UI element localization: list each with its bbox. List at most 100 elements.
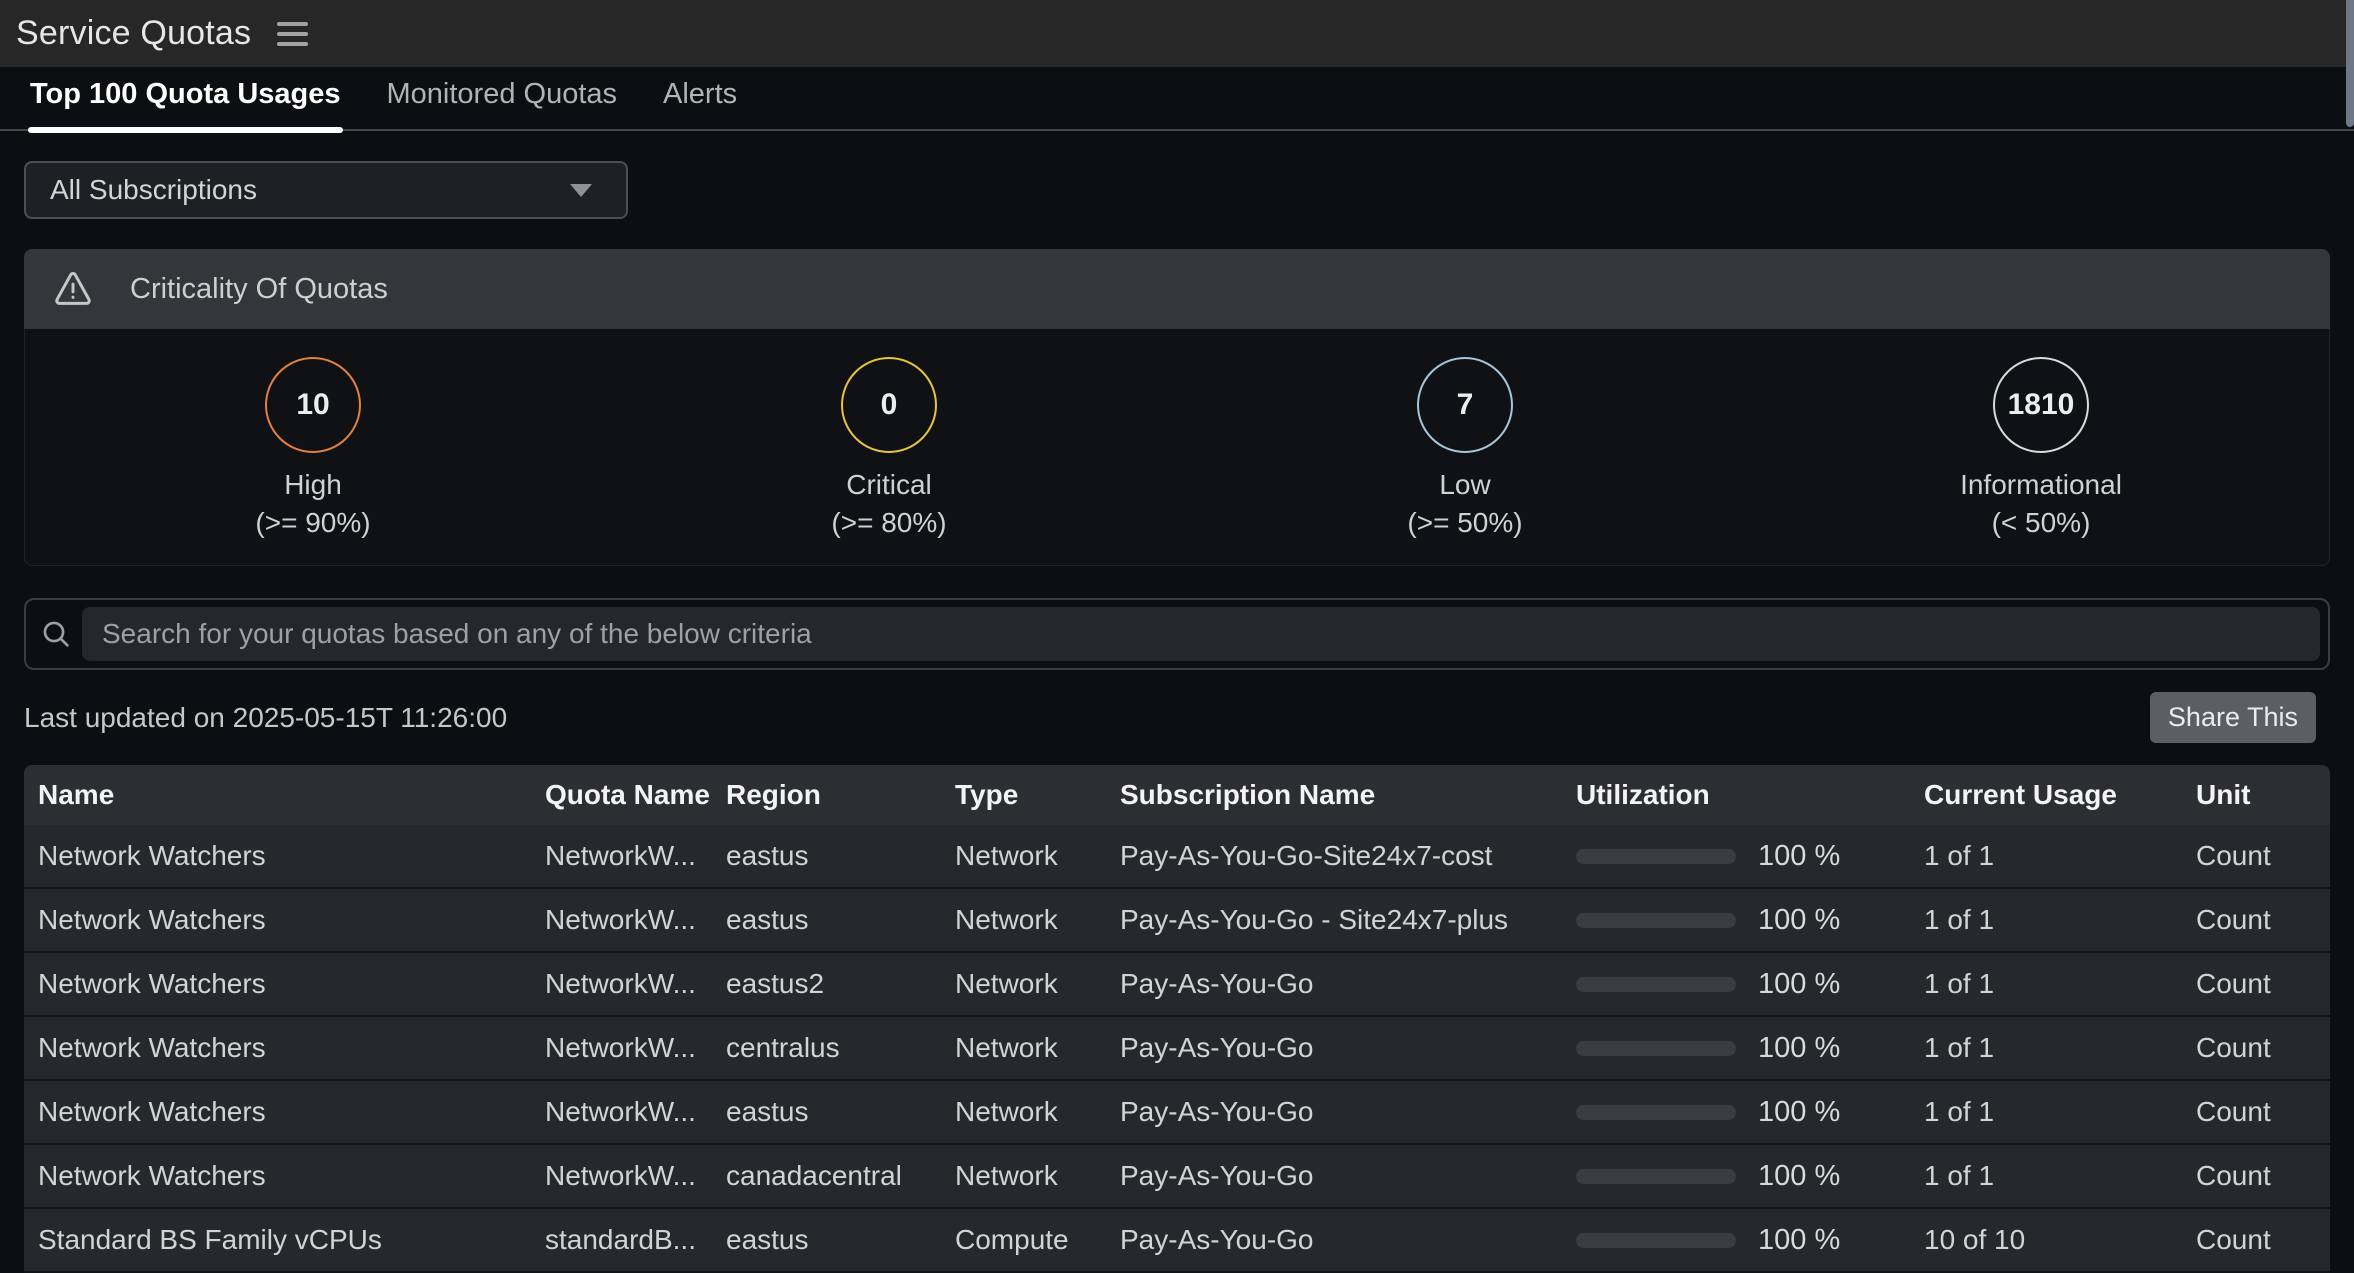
cell-current-usage: 1 of 1 [1924, 840, 2196, 872]
cell-region: eastus2 [726, 968, 955, 1000]
cell-unit: Count [2196, 1160, 2330, 1192]
search-input[interactable] [82, 607, 2320, 661]
tab[interactable]: Alerts [663, 78, 737, 129]
cell-region: eastus [726, 1224, 955, 1256]
status-row: Last updated on 2025-05-15T 11:26:00 Sha… [24, 692, 2316, 743]
criticality-stat: 7 Low (>= 50%) [1177, 357, 1753, 539]
utilization-bar-track [1576, 913, 1736, 928]
cell-unit: Count [2196, 840, 2330, 872]
tab[interactable]: Top 100 Quota Usages [30, 78, 341, 129]
cell-subscription-name: Pay-As-You-Go [1120, 1160, 1576, 1192]
table-row[interactable]: Network Watchers NetworkW... canadacentr… [24, 1145, 2330, 1209]
hamburger-menu-icon[interactable] [277, 22, 308, 46]
column-header-unit[interactable]: Unit [2196, 779, 2330, 811]
cell-utilization: 100 % [1576, 1096, 1924, 1129]
stat-circle: 10 [265, 357, 361, 453]
cell-subscription-name: Pay-As-You-Go [1120, 968, 1576, 1000]
quota-usage-table: Name Quota Name Region Type Subscription… [24, 765, 2330, 1273]
utilization-percent: 100 % [1758, 1096, 1840, 1129]
cell-current-usage: 10 of 10 [1924, 1224, 2196, 1256]
criticality-stat: 1810 Informational (< 50%) [1753, 357, 2329, 539]
cell-utilization: 100 % [1576, 840, 1924, 873]
cell-unit: Count [2196, 1224, 2330, 1256]
cell-unit: Count [2196, 1096, 2330, 1128]
table-row[interactable]: Network Watchers NetworkW... eastus Netw… [24, 825, 2330, 889]
criticality-stat: 0 Critical (>= 80%) [601, 357, 1177, 539]
cell-current-usage: 1 of 1 [1924, 1096, 2196, 1128]
cell-subscription-name: Pay-As-You-Go - Site24x7-plus [1120, 904, 1576, 936]
criticality-panel-header: Criticality Of Quotas [24, 249, 2330, 329]
utilization-bar-track [1576, 849, 1736, 864]
table-row[interactable]: Network Watchers NetworkW... eastus Netw… [24, 889, 2330, 953]
subscription-dropdown[interactable]: All Subscriptions [24, 161, 628, 219]
quota-search-bar [24, 598, 2330, 670]
utilization-percent: 100 % [1758, 1224, 1840, 1257]
cell-current-usage: 1 of 1 [1924, 1032, 2196, 1064]
utilization-bar-track [1576, 977, 1736, 992]
utilization-percent: 100 % [1758, 1032, 1840, 1065]
stat-circle: 1810 [1993, 357, 2089, 453]
table-header-row: Name Quota Name Region Type Subscription… [24, 765, 2330, 825]
cell-name: Network Watchers [38, 968, 545, 1000]
cell-utilization: 100 % [1576, 968, 1924, 1001]
cell-subscription-name: Pay-As-You-Go [1120, 1096, 1576, 1128]
stat-threshold: (>= 90%) [255, 507, 370, 539]
utilization-bar-track [1576, 1233, 1736, 1248]
column-header-quota-name[interactable]: Quota Name [545, 779, 726, 811]
cell-unit: Count [2196, 1032, 2330, 1064]
cell-utilization: 100 % [1576, 1224, 1924, 1257]
cell-name: Standard BS Family vCPUs [38, 1224, 545, 1256]
cell-region: canadacentral [726, 1160, 955, 1192]
share-this-button[interactable]: Share This [2150, 692, 2316, 743]
column-header-type[interactable]: Type [955, 779, 1120, 811]
tab[interactable]: Monitored Quotas [387, 78, 618, 129]
table-row[interactable]: Network Watchers NetworkW... centralus N… [24, 1017, 2330, 1081]
criticality-stats: 10 High (>= 90%) 0 Critical (>= 80%) 7 L… [24, 329, 2330, 566]
stat-threshold: (>= 80%) [831, 507, 946, 539]
table-row[interactable]: Network Watchers NetworkW... eastus Netw… [24, 1081, 2330, 1145]
stat-threshold: (< 50%) [1992, 507, 2091, 539]
utilization-bar-track [1576, 1169, 1736, 1184]
column-header-region[interactable]: Region [726, 779, 955, 811]
cell-type: Network [955, 968, 1120, 1000]
column-header-name[interactable]: Name [38, 779, 545, 811]
warning-triangle-icon [52, 268, 94, 310]
cell-subscription-name: Pay-As-You-Go [1120, 1032, 1576, 1064]
criticality-panel: Criticality Of Quotas 10 High (>= 90%) 0… [24, 249, 2330, 566]
top-app-bar: Service Quotas [0, 0, 2354, 67]
utilization-percent: 100 % [1758, 1160, 1840, 1193]
cell-unit: Count [2196, 904, 2330, 936]
cell-region: eastus [726, 840, 955, 872]
cell-subscription-name: Pay-As-You-Go [1120, 1224, 1576, 1256]
cell-current-usage: 1 of 1 [1924, 1160, 2196, 1192]
cell-region: eastus [726, 904, 955, 936]
cell-current-usage: 1 of 1 [1924, 904, 2196, 936]
cell-unit: Count [2196, 968, 2330, 1000]
column-header-current-usage[interactable]: Current Usage [1924, 779, 2196, 811]
table-row[interactable]: Network Watchers NetworkW... eastus2 Net… [24, 953, 2330, 1017]
cell-type: Network [955, 1160, 1120, 1192]
cell-name: Network Watchers [38, 1096, 545, 1128]
cell-quota-name: NetworkW... [545, 968, 726, 1000]
cell-quota-name: standardB... [545, 1224, 726, 1256]
stat-label: High [284, 469, 342, 501]
cell-subscription-name: Pay-As-You-Go-Site24x7-cost [1120, 840, 1576, 872]
utilization-percent: 100 % [1758, 840, 1840, 873]
tab-bar: Top 100 Quota Usages Monitored Quotas Al… [0, 67, 2354, 131]
stat-circle: 0 [841, 357, 937, 453]
column-header-utilization[interactable]: Utilization [1576, 779, 1924, 811]
cell-type: Network [955, 840, 1120, 872]
cell-quota-name: NetworkW... [545, 1032, 726, 1064]
criticality-panel-title: Criticality Of Quotas [130, 273, 388, 306]
stat-threshold: (>= 50%) [1407, 507, 1522, 539]
cell-name: Network Watchers [38, 840, 545, 872]
table-row[interactable]: Standard BS Family vCPUs standardB... ea… [24, 1209, 2330, 1273]
cell-current-usage: 1 of 1 [1924, 968, 2196, 1000]
cell-name: Network Watchers [38, 1160, 545, 1192]
cell-type: Network [955, 1032, 1120, 1064]
column-header-subscription-name[interactable]: Subscription Name [1120, 779, 1576, 811]
stat-circle: 7 [1417, 357, 1513, 453]
vertical-scrollbar-thumb[interactable] [2346, 0, 2354, 127]
utilization-percent: 100 % [1758, 904, 1840, 937]
utilization-bar-track [1576, 1041, 1736, 1056]
